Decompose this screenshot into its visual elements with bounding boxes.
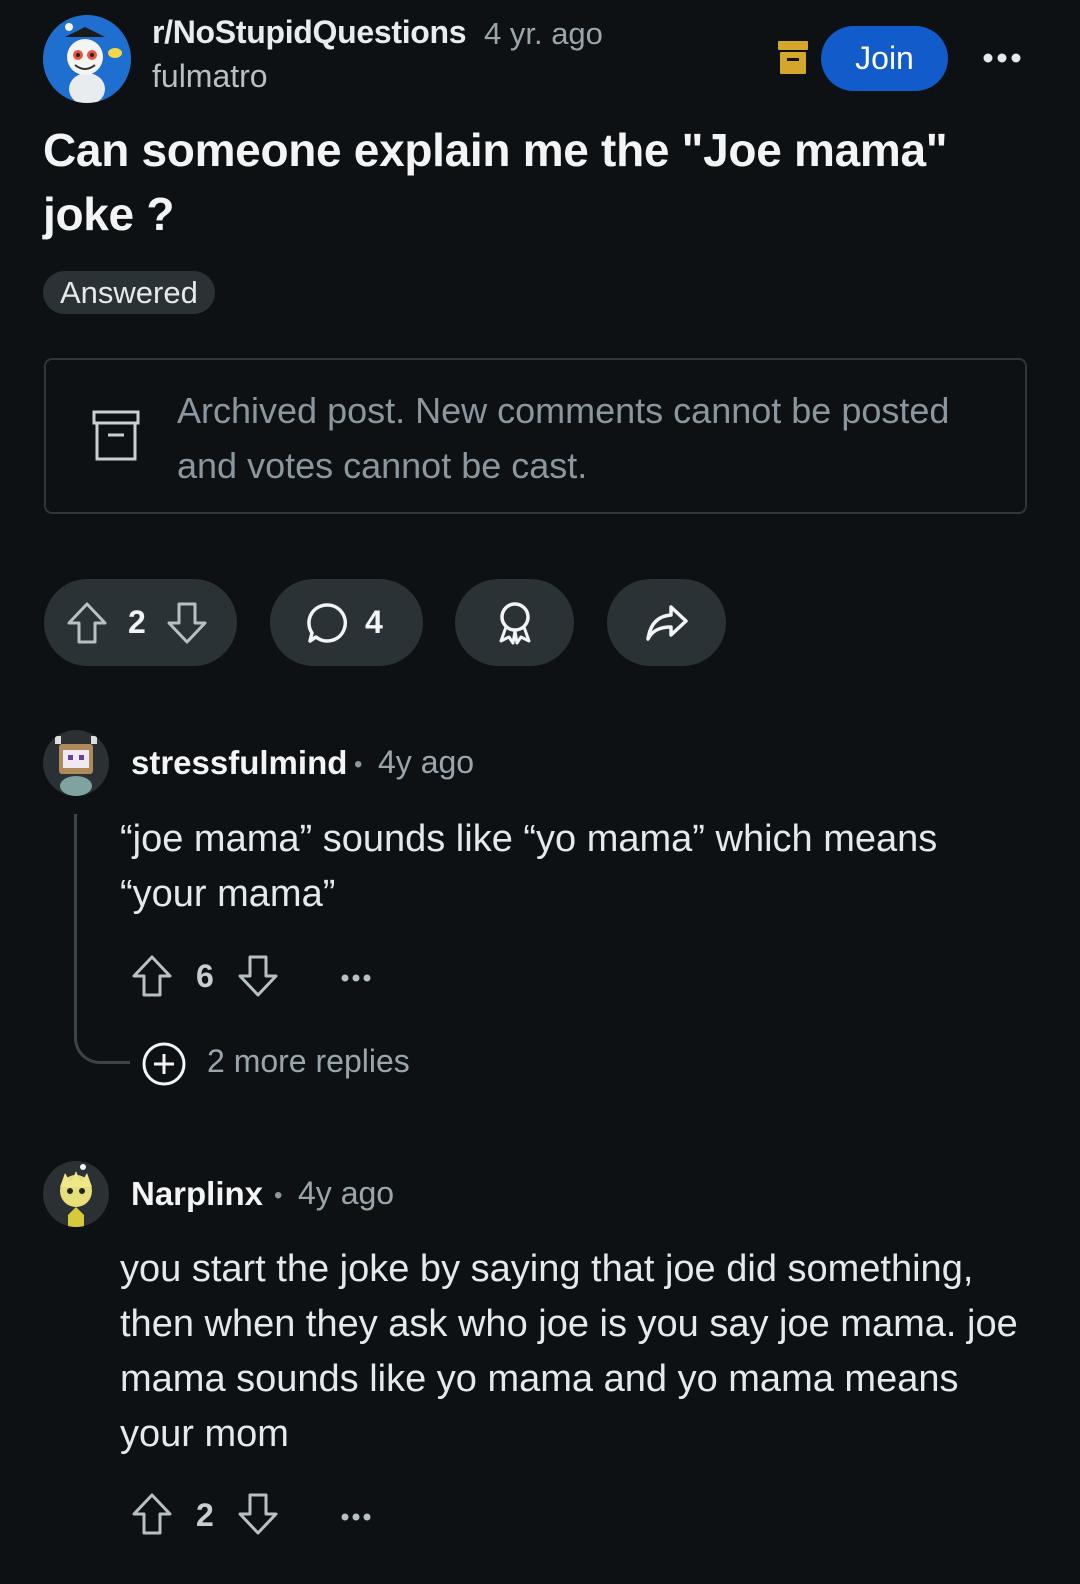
share-icon	[645, 603, 689, 643]
post-title[interactable]: Can someone explain me the "Joe mama" jo…	[43, 118, 1033, 246]
archived-notice-text: Archived post. New comments cannot be po…	[177, 390, 950, 486]
post-age: 4 yr. ago	[484, 16, 603, 51]
upvote-icon[interactable]	[131, 954, 173, 1003]
comment-count: 4	[365, 604, 383, 640]
comment-score: 6	[196, 958, 214, 994]
post-author[interactable]: fulmatro	[152, 58, 268, 95]
downvote-icon[interactable]	[166, 601, 208, 645]
comment-age: 4y ago	[298, 1175, 395, 1211]
upvote-icon[interactable]	[131, 1492, 173, 1541]
comment-more-icon[interactable]	[340, 1509, 372, 1527]
join-button[interactable]: Join	[821, 26, 948, 91]
downvote-icon[interactable]	[237, 1492, 279, 1541]
archive-icon	[778, 41, 808, 75]
vote-control: 2	[44, 579, 237, 666]
comment-score: 2	[196, 1497, 214, 1533]
comment-body: you start the joke by saying that joe di…	[120, 1248, 1018, 1455]
post-score: 2	[128, 604, 146, 640]
award-button[interactable]	[455, 579, 574, 666]
more-replies-link[interactable]: 2 more replies	[207, 1043, 410, 1080]
share-button[interactable]	[607, 579, 726, 666]
comment-body: “joe mama” sounds like “yo mama” which m…	[120, 818, 938, 915]
comment-icon	[307, 602, 349, 644]
comment-age: 4y ago	[378, 744, 475, 780]
comment-username[interactable]: Narplinx	[131, 1175, 263, 1213]
separator-dot: •	[354, 751, 363, 778]
comment-username[interactable]: stressfulmind	[131, 744, 347, 782]
separator-dot: •	[274, 1182, 283, 1209]
post-flair[interactable]: Answered	[43, 271, 215, 314]
archive-box-icon	[92, 410, 140, 462]
upvote-icon[interactable]	[66, 601, 108, 645]
more-options-icon[interactable]	[980, 40, 1024, 76]
comment-more-icon[interactable]	[340, 970, 372, 988]
subreddit-avatar[interactable]	[43, 15, 131, 103]
downvote-icon[interactable]	[237, 954, 279, 1003]
comment-avatar[interactable]	[43, 730, 109, 796]
plus-circle-icon[interactable]	[142, 1042, 186, 1086]
award-icon	[495, 601, 535, 645]
comment-avatar[interactable]	[43, 1161, 109, 1227]
comments-button[interactable]: 4	[270, 579, 423, 666]
subreddit-name[interactable]: r/NoStupidQuestions	[152, 14, 467, 51]
